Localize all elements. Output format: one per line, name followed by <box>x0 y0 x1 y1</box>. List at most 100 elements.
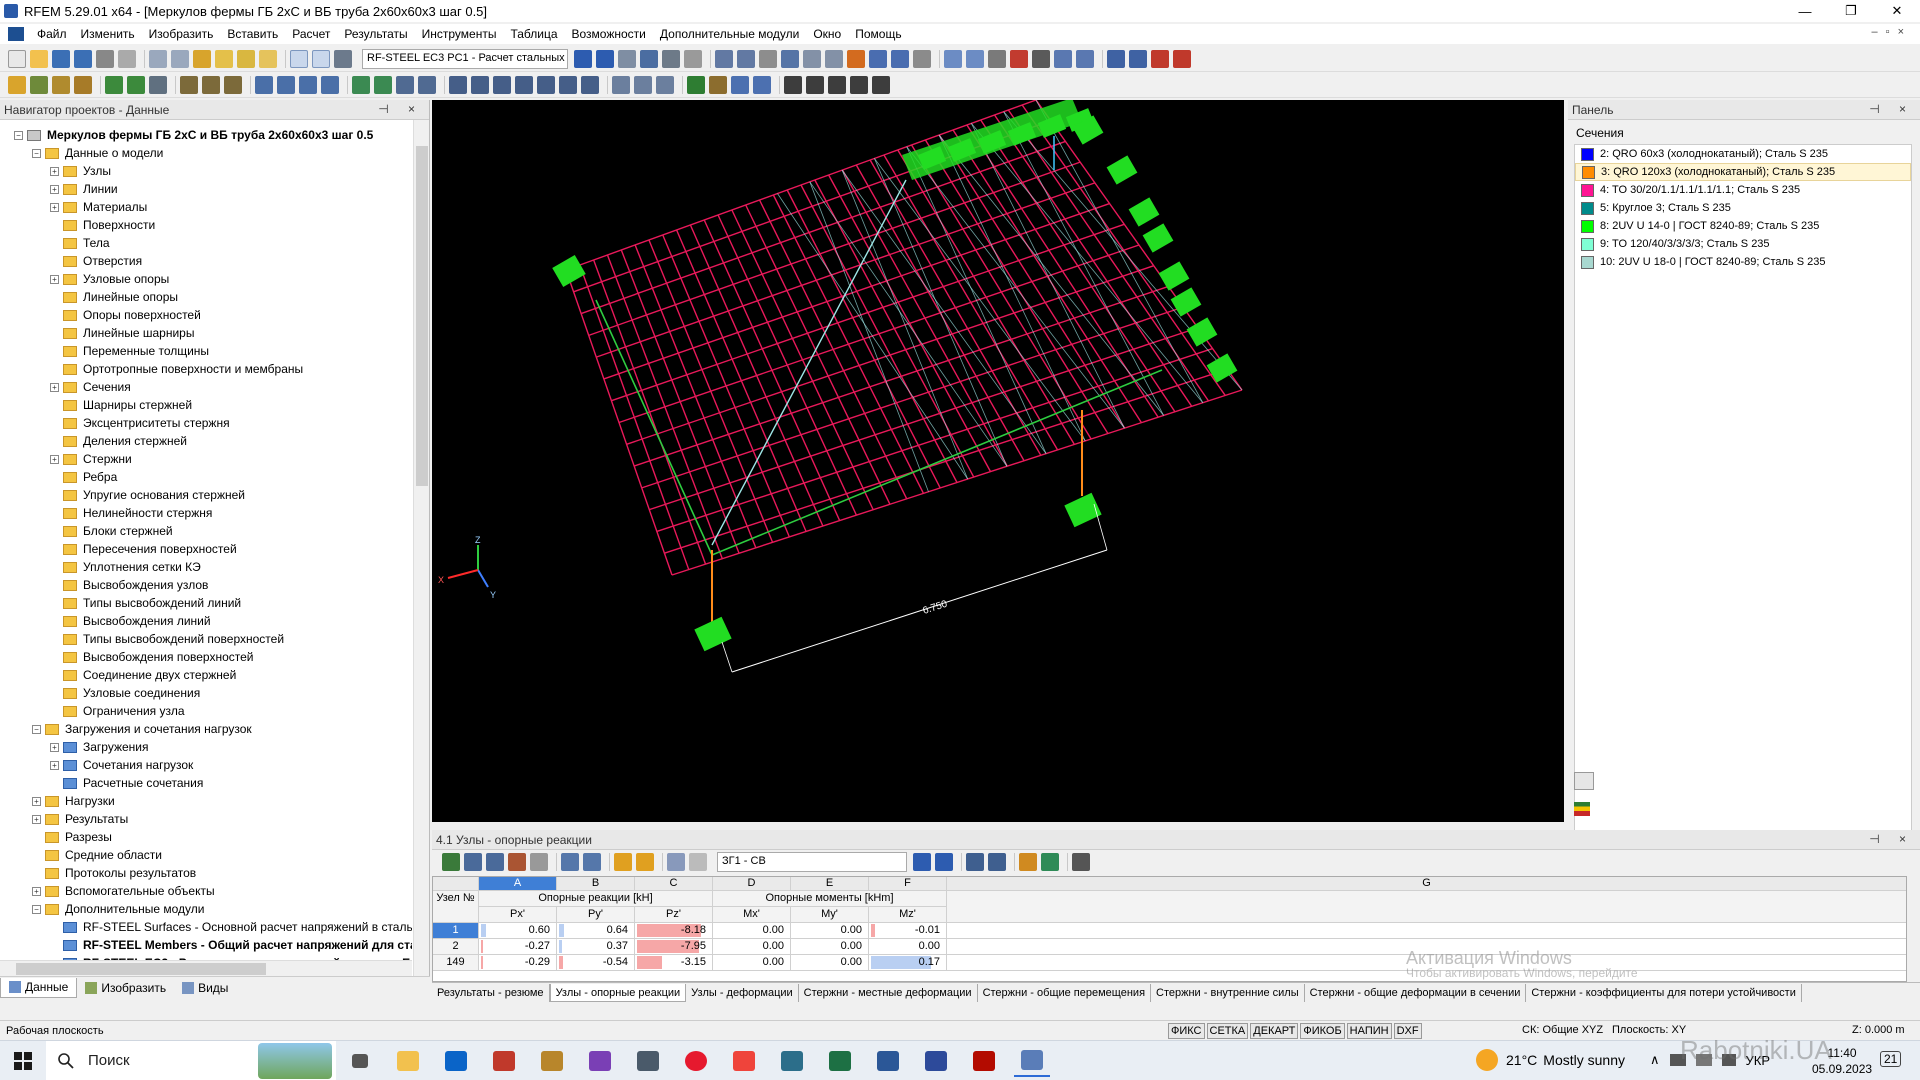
rotate-icon[interactable] <box>944 50 962 68</box>
tree-item[interactable]: +Узлы <box>50 162 111 180</box>
filter-icon[interactable] <box>825 50 843 68</box>
status-toggle-button[interactable]: ФИКОБ <box>1300 1023 1344 1039</box>
zoom-in-icon[interactable] <box>493 76 511 94</box>
table-color-icon[interactable] <box>508 853 526 871</box>
excel-export-icon[interactable] <box>1041 853 1059 871</box>
print-icon[interactable] <box>96 50 114 68</box>
tree-item[interactable]: Опоры поверхностей <box>50 306 201 324</box>
document-menu-icon[interactable] <box>8 27 24 41</box>
table-prev-icon[interactable] <box>561 853 579 871</box>
previous-icon[interactable] <box>574 50 592 68</box>
numbering-icon[interactable] <box>709 76 727 94</box>
table-cell[interactable]: -8.18 <box>635 923 713 939</box>
rfem-taskbar-button[interactable] <box>774 1045 810 1077</box>
save-all-icon[interactable] <box>74 50 92 68</box>
table-cell[interactable]: -0.54 <box>557 955 635 971</box>
column-letter[interactable]: E <box>791 877 869 891</box>
case-icon[interactable] <box>334 50 352 68</box>
tree-item[interactable]: Высвобождения поверхностей <box>50 648 253 666</box>
table-cell[interactable]: -0.29 <box>479 955 557 971</box>
tree-item[interactable]: −Дополнительные модули <box>32 900 204 918</box>
menu-window[interactable]: Окно <box>806 27 848 41</box>
tree-item[interactable]: Соединение двух стержней <box>50 666 236 684</box>
table-tab[interactable]: Стержни - общие деформации в сечении <box>1305 984 1527 1002</box>
section-legend-item[interactable]: 8: 2UV U 14-0 | ГОСТ 8240-89; Сталь S 23… <box>1575 217 1911 235</box>
column-letter[interactable]: F <box>869 877 947 891</box>
view-x-icon[interactable] <box>515 76 533 94</box>
animation-icon[interactable] <box>684 50 702 68</box>
minimize-button[interactable]: — <box>1782 0 1828 22</box>
tree-item[interactable]: Линейные опоры <box>50 288 178 306</box>
isometric-icon[interactable] <box>581 76 599 94</box>
tab-data[interactable]: Данные <box>0 978 77 998</box>
tree-item[interactable]: Высвобождения узлов <box>50 576 208 594</box>
extrude-icon[interactable] <box>321 76 339 94</box>
measure-icon[interactable] <box>913 50 931 68</box>
table-cell[interactable]: 0.60 <box>479 923 557 939</box>
column-letter[interactable]: B <box>557 877 635 891</box>
collapse-icon[interactable]: − <box>14 131 23 140</box>
cascade-icon[interactable] <box>850 76 868 94</box>
table-cell[interactable]: -7.95 <box>635 939 713 955</box>
tree-item[interactable]: +Результаты <box>32 810 128 828</box>
color-scale-icon[interactable] <box>1574 802 1590 816</box>
acrobat-button[interactable] <box>966 1045 1002 1077</box>
expand-icon[interactable]: + <box>50 743 59 752</box>
tray-chevron-icon[interactable]: ∧ <box>1650 1052 1660 1068</box>
display-icon[interactable] <box>803 50 821 68</box>
menu-insert[interactable]: Вставить <box>220 27 285 41</box>
start-button[interactable] <box>6 1045 40 1077</box>
surface-icon[interactable] <box>74 76 92 94</box>
table-tab[interactable]: Узлы - деформации <box>686 984 798 1002</box>
tile-icon[interactable] <box>828 76 846 94</box>
section-legend-item[interactable]: 9: TO 120/40/3/3/3/3; Сталь S 235 <box>1575 235 1911 253</box>
collapse-icon[interactable]: − <box>32 149 41 158</box>
table-find-icon[interactable] <box>966 853 984 871</box>
notifications-badge[interactable]: 21 <box>1880 1051 1901 1067</box>
tree-item[interactable]: Ортотропные поверхности и мембраны <box>50 360 303 378</box>
table-settings-icon[interactable] <box>1072 853 1090 871</box>
panel-options-icon[interactable] <box>1574 772 1594 790</box>
tree-item[interactable]: RF-STEEL Members - Общий расчет напряжен… <box>50 936 412 954</box>
table-cell[interactable]: 0.00 <box>791 923 869 939</box>
hide-icon[interactable] <box>634 76 652 94</box>
support-reactions-grid[interactable]: ABCDEFGУзел №Опорные реакции [kH]Опорные… <box>432 876 1907 982</box>
zoom-all-icon[interactable] <box>449 76 467 94</box>
column-letter[interactable]: A <box>479 877 557 891</box>
word-button[interactable] <box>870 1045 906 1077</box>
tree-item[interactable]: Эксцентриситеты стержня <box>50 414 230 432</box>
show-icon[interactable] <box>656 76 674 94</box>
tab-views[interactable]: Виды <box>174 978 236 998</box>
tree-item[interactable]: Поверхности <box>50 216 155 234</box>
guide-icon[interactable] <box>753 76 771 94</box>
table-cell[interactable]: 0.64 <box>557 923 635 939</box>
tree-item[interactable]: Блоки стержней <box>50 522 173 540</box>
column-letter[interactable]: D <box>713 877 791 891</box>
tree-item[interactable]: Средние области <box>32 846 162 864</box>
tree-item[interactable]: Узловые соединения <box>50 684 200 702</box>
menu-options[interactable]: Возможности <box>565 27 653 41</box>
tree-item[interactable]: +Узловые опоры <box>50 270 169 288</box>
node-number-cell[interactable]: 1 <box>433 923 479 939</box>
mesh-icon[interactable] <box>374 76 392 94</box>
app-button[interactable] <box>486 1045 522 1077</box>
tree-item[interactable]: Расчетные сочетания <box>50 774 203 792</box>
table-highlight-icon[interactable] <box>636 853 654 871</box>
tree-item[interactable]: −Меркулов фермы ГБ 2хС и ВБ труба 2х60х6… <box>14 126 373 144</box>
table-cell[interactable]: 0.00 <box>713 955 791 971</box>
table-pin-close[interactable]: ⊣ × <box>1869 832 1914 846</box>
copy-icon[interactable] <box>202 76 220 94</box>
section-legend-item[interactable]: 3: QRO 120x3 (холоднокатаный); Сталь S 2… <box>1575 163 1911 181</box>
tree-item[interactable]: +Вспомогательные объекты <box>32 882 215 900</box>
tree-item[interactable]: +Стержни <box>50 450 132 468</box>
highlight-icon[interactable] <box>847 50 865 68</box>
units-icon[interactable] <box>418 76 436 94</box>
search-box[interactable]: Поиск <box>46 1041 336 1080</box>
load-icon[interactable] <box>149 76 167 94</box>
tree-item[interactable]: Разрезы <box>32 828 112 846</box>
expand-icon[interactable]: + <box>50 185 59 194</box>
table-rows-icon[interactable] <box>689 853 707 871</box>
grid-icon[interactable] <box>781 50 799 68</box>
axes-icon[interactable] <box>988 50 1006 68</box>
expand-icon[interactable]: + <box>32 815 41 824</box>
